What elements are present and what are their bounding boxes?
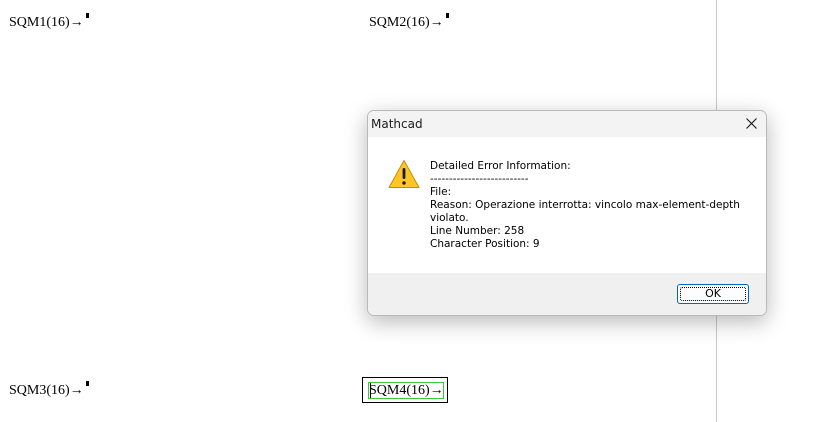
error-dialog: Mathcad Detailed Error Information: ----… xyxy=(367,110,767,316)
math-region-sqm1[interactable]: SQM1(16)→ xyxy=(9,14,84,32)
math-region-sqm4[interactable]: SQM4(16)→ xyxy=(369,382,444,400)
math-region-sqm3[interactable]: SQM3(16)→ xyxy=(9,382,84,400)
text-caret xyxy=(370,383,371,398)
warning-icon xyxy=(388,160,420,188)
ok-button-label: OK xyxy=(705,287,721,300)
message-separator: -------------------------- xyxy=(430,173,529,185)
ok-button[interactable]: OK xyxy=(677,284,749,304)
dialog-titlebar[interactable]: Mathcad xyxy=(368,111,766,137)
close-button[interactable] xyxy=(736,111,766,137)
error-message: Detailed Error Information: ------------… xyxy=(430,160,750,251)
result-placeholder-sqm1[interactable] xyxy=(86,13,89,18)
dialog-title: Mathcad xyxy=(371,117,423,131)
message-line-number: Line Number: 258 xyxy=(430,225,525,237)
message-file: File: xyxy=(430,186,452,198)
message-char-position: Character Position: 9 xyxy=(430,238,540,250)
close-icon xyxy=(746,118,757,129)
message-reason: Reason: Operazione interrotta: vincolo m… xyxy=(430,199,740,224)
dialog-button-bar: OK xyxy=(368,273,766,315)
dialog-content: Detailed Error Information: ------------… xyxy=(368,137,766,273)
result-placeholder-sqm2[interactable] xyxy=(446,13,449,18)
message-heading: Detailed Error Information: xyxy=(430,160,571,172)
result-placeholder-sqm3[interactable] xyxy=(86,381,89,386)
math-region-sqm2[interactable]: SQM2(16)→ xyxy=(369,14,444,32)
